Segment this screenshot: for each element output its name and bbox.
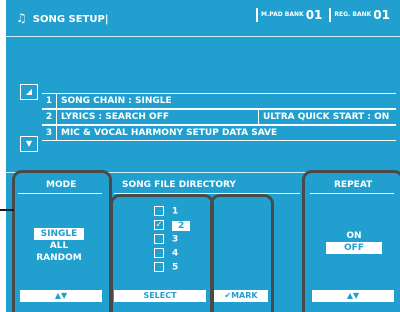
scroll-up-button[interactable]: ◢ — [20, 84, 38, 100]
row-text: MIC & VOCAL HARMONY SETUP DATA SAVE — [61, 128, 278, 138]
music-note-icon: ♫ — [16, 11, 27, 25]
reg-bank-value: 01 — [373, 8, 390, 22]
callout-leader-line — [0, 209, 14, 211]
row-text: SONG CHAIN : SINGLE — [61, 96, 172, 106]
list-item[interactable]: 2 LYRICS : SEARCH OFF ULTRA QUICK START :… — [42, 109, 396, 125]
row-text: LYRICS : SEARCH OFF — [61, 112, 169, 122]
directory-header: SONG FILE DIRECTORY — [122, 180, 236, 190]
ultra-quick-start[interactable]: ULTRA QUICK START : ON — [258, 110, 389, 124]
divider — [255, 8, 258, 22]
list-item[interactable]: 3 MIC & VOCAL HARMONY SETUP DATA SAVE — [42, 125, 396, 141]
mpad-bank-label: M.PAD BANK — [260, 11, 304, 18]
row-number: 2 — [42, 110, 57, 124]
row-number: 3 — [42, 126, 57, 140]
page-title: ♫ SONG SETUP| — [16, 11, 108, 25]
scroll-up-icon: ◢ — [25, 87, 33, 96]
scroll-down-icon: ▼ — [25, 139, 33, 148]
divider — [329, 8, 332, 22]
mode-callout — [12, 170, 112, 312]
repeat-callout — [302, 170, 400, 312]
select-callout — [110, 194, 214, 312]
mark-callout — [210, 194, 274, 312]
row-number: 1 — [42, 94, 57, 108]
bank-indicator: M.PAD BANK 01 REG. BANK 01 — [253, 8, 394, 22]
title-bar: ♫ SONG SETUP| M.PAD BANK 01 REG. BANK 01 — [6, 0, 400, 37]
page-title-text: SONG SETUP| — [32, 14, 109, 25]
song-chain-list: 1 SONG CHAIN : SINGLE 2 LYRICS : SEARCH OF… — [42, 93, 396, 149]
reg-bank-label: REG. BANK — [334, 11, 372, 18]
list-item[interactable]: 1 SONG CHAIN : SINGLE — [42, 93, 396, 109]
scroll-down-button[interactable]: ▼ — [20, 136, 38, 152]
mpad-bank-value: 01 — [305, 8, 323, 22]
lcd-screen: ♫ SONG SETUP| M.PAD BANK 01 REG. BANK 01 … — [6, 0, 400, 312]
